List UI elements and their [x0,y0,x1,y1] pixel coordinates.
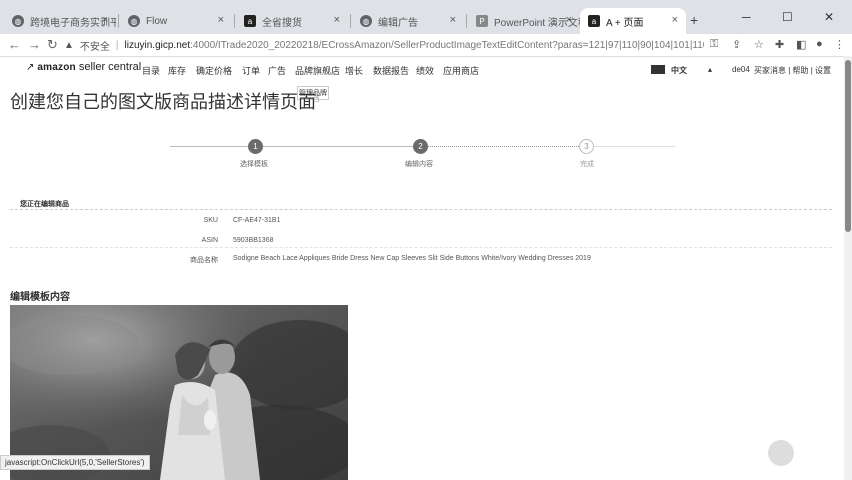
browser-tab-active[interactable]: a A + 页面 × [580,8,686,34]
step-3-circle: 3 [579,139,594,154]
seller-central-logo[interactable]: ↗ amazon seller central [26,61,141,73]
nav-menu-stores[interactable]: 品牌旗舰店 [295,64,340,77]
editing-product-heading: 您正在编辑商品 [20,201,69,208]
not-secure-icon: ▲ [64,39,74,51]
edit-template-heading: 编辑模板内容 [10,292,70,303]
tab-divider [118,14,119,28]
nav-menu-orders[interactable]: 订单 [242,64,260,77]
forward-arrow-icon[interactable]: → [28,37,41,52]
close-tab-icon[interactable]: × [102,14,108,26]
minimize-icon[interactable]: ─ [742,10,751,24]
url-path: :4000/ITrade2020_20220218/ECrossAmazon/S… [190,39,704,51]
browser-tab[interactable]: P PowerPoint 演示文稿 × [468,8,580,34]
profile-icon[interactable]: ● [816,38,823,50]
step-connector [170,146,420,147]
browser-tab[interactable]: ◍ Flow × [120,8,232,34]
nav-menu-appstore[interactable]: 应用商店 [443,64,479,77]
amazon-icon: a [588,15,600,27]
store-name: de04 [732,65,750,74]
reload-icon[interactable]: ↻ [47,37,58,53]
step-2-circle: 2 [413,139,428,154]
nav-menu-catalog[interactable]: 目录 [142,64,160,77]
security-warning: 不安全 [79,41,110,53]
globe-icon: ◍ [128,15,140,27]
tab-divider [350,14,351,28]
header-links[interactable]: 买家消息 | 帮助 | 设置 [754,65,831,76]
menu-arrow-icon[interactable]: ↗ [26,62,34,73]
step-1-circle: 1 [248,139,263,154]
nav-menu-pricing[interactable]: 确定价格 [196,64,232,77]
share-icon[interactable]: ⇪ [732,38,741,51]
logo-text: seller central [78,61,142,73]
nav-menu-performance[interactable]: 绩效 [416,64,434,77]
extensions-icon[interactable]: ✚ [775,38,784,51]
step-3-label: 完成 [580,161,594,168]
new-tab-button[interactable]: + [690,12,698,28]
sku-value: CF-AE47-31B1 [233,217,281,224]
tab-label: Flow [146,15,168,27]
key-icon[interactable]: ⚿ [710,38,718,51]
tab-label: 全省搜货 [262,17,302,29]
nav-menu-reports[interactable]: 数据报告 [373,64,409,77]
close-tab-icon[interactable]: × [450,14,456,26]
row-divider [10,247,832,248]
globe-icon: ◍ [12,15,24,27]
language-dropdown-icon[interactable]: ▴ [708,65,712,74]
bookmark-star-icon[interactable]: ☆ [754,38,764,51]
back-arrow-icon[interactable]: ← [8,37,21,52]
nav-menu-growth[interactable]: 增长 [345,64,363,77]
product-name-value: Sodigne Beach Lace Appliques Bride Dress… [233,255,591,262]
url-host: lizuyin.gicp.net [124,39,191,51]
browser-tab[interactable]: ◍ 编辑广告 × [352,8,464,34]
floating-circle-button[interactable] [768,440,794,466]
amazon-icon: a [244,15,256,27]
language-selector[interactable]: 中文 [671,65,687,76]
page-title: 创建您自己的图文版商品描述详情页面 [10,92,316,112]
more-menu-icon[interactable]: ⋮ [834,38,845,51]
wedding-photo [10,305,348,480]
close-tab-icon[interactable]: × [334,14,340,26]
globe-icon: ◍ [360,15,372,27]
step-connector [420,146,585,147]
tab-label: 编辑广告 [378,17,418,29]
asin-value: 5903BB1368 [233,237,274,244]
section-divider [10,209,832,210]
powerpoint-icon: P [476,15,488,27]
step-2-label: 编辑内容 [405,161,433,168]
close-tab-icon[interactable]: × [218,14,224,26]
tab-label: A + 页面 [606,17,644,29]
step-1-label: 选择模板 [240,161,268,168]
close-tab-icon[interactable]: × [566,14,572,26]
browser-tab[interactable]: a 全省搜货 × [236,8,348,34]
flag-icon [651,65,665,74]
asin-label: ASIN [201,237,218,244]
sidebar-icon[interactable]: ◧ [796,38,806,51]
logo-brand: amazon [37,61,76,73]
address-bar[interactable]: ▲ 不安全 | lizuyin.gicp.net :4000/ITrade202… [64,35,704,55]
tab-divider [234,14,235,28]
sku-label: SKU [203,217,218,224]
close-window-icon[interactable]: ✕ [824,10,834,24]
scrollbar-thumb[interactable] [845,60,851,232]
nav-menu-advertising[interactable]: 广告 [268,64,286,77]
product-name-label: 商品名称 [190,257,218,264]
product-image[interactable] [10,305,348,480]
url-divider: | [115,39,119,51]
browser-tab[interactable]: ◍ 跨境电子商务实训平台 × [4,8,116,34]
tab-divider [466,14,467,28]
link-status-bar: javascript:OnClickUrl(5,0,'SellerStores'… [0,455,150,470]
nav-menu-inventory[interactable]: 库存 [168,64,186,77]
maximize-icon[interactable]: ☐ [782,10,793,24]
step-connector [585,146,675,147]
close-tab-icon[interactable]: × [672,14,678,26]
